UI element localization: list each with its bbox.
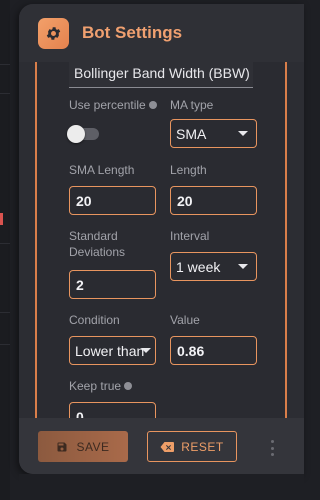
status-marker	[0, 213, 3, 225]
bot-settings-panel: Bot Settings Bollinger Band Width (BBW) …	[19, 4, 304, 474]
ma-type-select[interactable]: SMA	[170, 119, 257, 148]
condition-select[interactable]: Lower than	[69, 336, 156, 365]
value-label: Value	[170, 313, 200, 327]
panel-footer: SAVE RESET	[19, 418, 304, 474]
interval-value: 1 week	[176, 259, 221, 275]
keep-true-label: Keep true	[69, 378, 133, 394]
info-icon	[148, 100, 157, 109]
kebab-dot	[270, 440, 274, 443]
divider	[0, 64, 10, 65]
bottom-area	[19, 474, 304, 500]
divider	[0, 243, 10, 244]
use-percentile-label-text: Use percentile	[69, 98, 146, 112]
info-icon	[124, 381, 133, 390]
ma-type-value: SMA	[176, 126, 207, 142]
background-list	[0, 0, 10, 500]
indicator-field[interactable]: Bollinger Band Width (BBW)	[69, 62, 253, 88]
toggle-knob[interactable]	[67, 125, 85, 143]
reset-button-label: RESET	[181, 439, 224, 454]
condition-label: Condition	[69, 313, 120, 327]
keep-true-label-text: Keep true	[69, 379, 122, 393]
chevron-down-icon	[238, 131, 248, 136]
panel-title: Bot Settings	[82, 23, 183, 42]
ma-type-label: MA type	[170, 98, 214, 112]
std-dev-label: Standard Deviations	[69, 229, 126, 259]
save-button[interactable]: SAVE	[38, 431, 128, 462]
settings-form[interactable]: Bollinger Band Width (BBW) Use percentil…	[35, 62, 287, 418]
length-label: Length	[170, 163, 207, 177]
backspace-icon	[160, 441, 175, 452]
reset-button[interactable]: RESET	[147, 431, 237, 462]
value-input[interactable]: 0.86	[170, 336, 257, 365]
divider	[0, 312, 10, 313]
sma-length-label: SMA Length	[69, 163, 135, 177]
interval-label: Interval	[170, 229, 210, 243]
more-options-icon[interactable]	[269, 440, 275, 456]
gear-icon	[38, 18, 69, 49]
condition-value: Lower than	[75, 343, 145, 359]
use-percentile-toggle[interactable]	[67, 125, 99, 143]
panel-header: Bot Settings	[19, 4, 304, 62]
std-dev-input[interactable]: 2	[69, 270, 156, 299]
floppy-disk-icon	[57, 442, 67, 451]
keep-true-input[interactable]: 0	[69, 402, 156, 418]
kebab-dot	[270, 453, 274, 456]
chevron-down-icon	[141, 348, 151, 353]
chevron-down-icon	[238, 264, 248, 269]
interval-select[interactable]: 1 week	[170, 252, 257, 281]
divider	[0, 93, 10, 94]
kebab-dot	[270, 446, 274, 450]
use-percentile-label: Use percentile	[69, 97, 157, 113]
length-input[interactable]: 20	[170, 186, 257, 215]
save-button-label: SAVE	[76, 439, 110, 454]
sma-length-input[interactable]: 20	[69, 186, 156, 215]
divider	[0, 344, 10, 345]
